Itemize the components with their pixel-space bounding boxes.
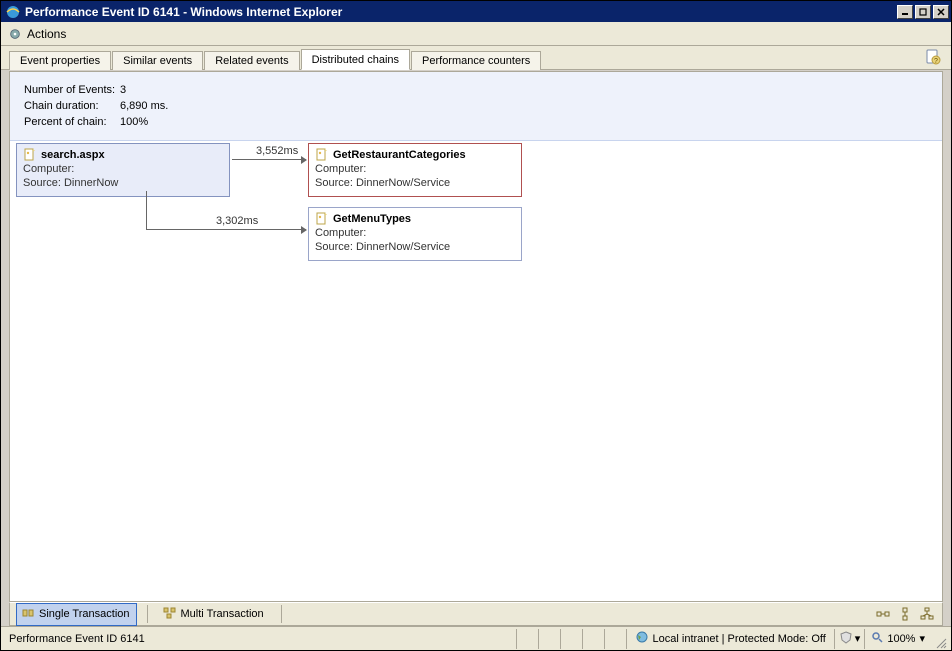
zoom-control[interactable]: 100% ▾ xyxy=(864,629,931,649)
window-titlebar: Performance Event ID 6141 - Windows Inte… xyxy=(1,1,951,22)
single-transaction-label: Single Transaction xyxy=(39,608,130,620)
chain-node-n2-source: Source: DinnerNow/Service xyxy=(315,240,515,254)
chain-node-n1-source: Source: DinnerNow/Service xyxy=(315,176,515,190)
chain-node-n2-title: GetMenuTypes xyxy=(333,213,411,225)
multi-transaction-icon xyxy=(163,606,177,623)
chain-node-n1[interactable]: GetRestaurantCategories Computer: Source… xyxy=(308,143,522,197)
single-transaction-button[interactable]: Single Transaction xyxy=(16,603,137,626)
security-zone-label: Local intranet | Protected Mode: Off xyxy=(653,633,826,645)
status-pane xyxy=(604,629,626,649)
window-title: Performance Event ID 6141 - Windows Inte… xyxy=(25,5,895,19)
separator xyxy=(281,605,282,623)
minimize-button[interactable] xyxy=(897,5,913,19)
arrow-root-to-n1 xyxy=(232,159,306,160)
multi-transaction-button[interactable]: Multi Transaction xyxy=(158,603,271,626)
chain-node-n1-title: GetRestaurantCategories xyxy=(333,149,466,161)
chain-diagram[interactable]: search.aspx Computer: Source: DinnerNow … xyxy=(10,141,942,561)
security-dropdown[interactable]: ▾ xyxy=(834,629,865,649)
layout-tree-icon[interactable] xyxy=(918,605,936,623)
arrow-root-to-n2-label: 3,302ms xyxy=(216,215,258,227)
status-pane xyxy=(560,629,582,649)
chain-node-n2-computer: Computer: xyxy=(315,226,515,240)
chain-node-n1-computer: Computer: xyxy=(315,162,515,176)
arrow-root-to-n2-vert xyxy=(146,191,147,229)
resize-grip[interactable] xyxy=(931,629,947,649)
summary-events-label: Number of Events: xyxy=(24,82,120,98)
view-toolbar: Single Transaction Multi Transaction xyxy=(9,602,943,626)
status-bar: Performance Event ID 6141 Local intranet… xyxy=(1,626,951,650)
actions-toolbar: Actions xyxy=(1,22,951,46)
chain-summary: Number of Events: 3 Chain duration: 6,89… xyxy=(10,72,942,141)
status-text: Performance Event ID 6141 xyxy=(5,633,516,645)
status-pane xyxy=(582,629,604,649)
summary-events-value: 3 xyxy=(120,82,126,98)
tab-related-events[interactable]: Related events xyxy=(204,51,299,70)
content-panel: Number of Events: 3 Chain duration: 6,89… xyxy=(9,71,943,602)
document-icon xyxy=(315,148,329,162)
chevron-down-icon: ▾ xyxy=(919,632,925,645)
chevron-down-icon: ▾ xyxy=(855,632,861,645)
arrow-root-to-n1-label: 3,552ms xyxy=(256,145,298,157)
ie-logo-icon xyxy=(5,4,21,20)
help-icon[interactable]: ? xyxy=(925,49,941,65)
tab-strip: Event properties Similar events Related … xyxy=(1,46,951,70)
magnifier-icon xyxy=(871,631,883,646)
tab-distributed-chains[interactable]: Distributed chains xyxy=(301,49,410,70)
document-icon xyxy=(23,148,37,162)
actions-icon xyxy=(7,26,23,42)
chain-node-n2[interactable]: GetMenuTypes Computer: Source: DinnerNow… xyxy=(308,207,522,261)
close-button[interactable] xyxy=(933,5,949,19)
status-pane xyxy=(538,629,560,649)
multi-transaction-label: Multi Transaction xyxy=(181,608,264,620)
arrow-root-to-n2 xyxy=(146,229,306,230)
summary-duration-label: Chain duration: xyxy=(24,98,120,114)
shield-icon xyxy=(839,630,853,647)
layout-vertical-icon[interactable] xyxy=(896,605,914,623)
actions-label[interactable]: Actions xyxy=(27,27,66,41)
summary-percent-value: 100% xyxy=(120,114,148,130)
zoom-level: 100% xyxy=(887,633,915,645)
tab-event-properties[interactable]: Event properties xyxy=(9,51,111,70)
security-zone[interactable]: Local intranet | Protected Mode: Off xyxy=(626,629,834,649)
tab-similar-events[interactable]: Similar events xyxy=(112,51,203,70)
chain-node-root-title: search.aspx xyxy=(41,149,105,161)
tab-performance-counters[interactable]: Performance counters xyxy=(411,51,541,70)
separator xyxy=(147,605,148,623)
summary-percent-label: Percent of chain: xyxy=(24,114,120,130)
status-pane xyxy=(516,629,538,649)
chain-node-root-source: Source: DinnerNow xyxy=(23,176,223,190)
globe-icon xyxy=(635,630,649,647)
document-icon xyxy=(315,212,329,226)
layout-horizontal-icon[interactable] xyxy=(874,605,892,623)
summary-duration-value: 6,890 ms. xyxy=(120,98,168,114)
svg-text:?: ? xyxy=(934,58,938,65)
chain-node-root-computer: Computer: xyxy=(23,162,223,176)
single-transaction-icon xyxy=(21,606,35,623)
chain-node-root[interactable]: search.aspx Computer: Source: DinnerNow xyxy=(16,143,230,197)
maximize-button[interactable] xyxy=(915,5,931,19)
